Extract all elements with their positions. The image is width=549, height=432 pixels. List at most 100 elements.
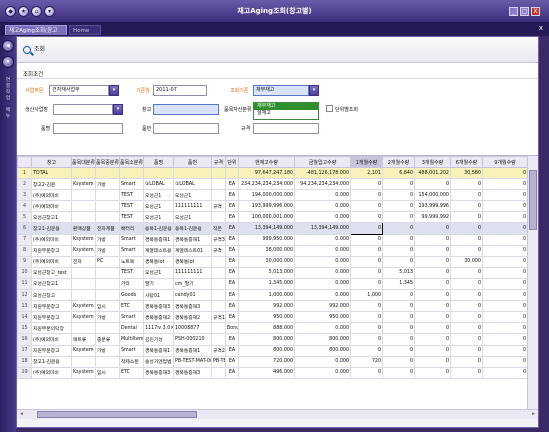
table-cell[interactable]: 0 xyxy=(482,233,528,246)
table-cell[interactable]: 오성근1 xyxy=(143,266,174,279)
table-cell[interactable]: 임시 xyxy=(95,366,120,379)
spec-input[interactable] xyxy=(253,123,319,134)
table-cell[interactable] xyxy=(95,355,120,368)
table-cell[interactable]: 0 xyxy=(482,211,528,224)
table-row[interactable]: 12 오성근창고 Goods 사탕01 candy01 EA 1,000.000 0.000 1… xyxy=(17,289,528,302)
table-row[interactable]: 14 지원부문창고 Ksystem 가방 Smart 경북통증재2 경북통증재2 규격1 EA 9… xyxy=(17,311,528,324)
table-cell[interactable]: 0.000 xyxy=(294,211,351,224)
table-cell[interactable]: 194,000,000.000 xyxy=(238,189,295,202)
table-cell[interactable] xyxy=(95,289,120,302)
table-cell[interactable]: 4 xyxy=(17,200,32,213)
table-cell[interactable]: 판매상품 xyxy=(71,222,96,235)
table-cell[interactable]: 0 xyxy=(350,344,383,357)
table-cell[interactable]: 경북통증재1 xyxy=(143,344,174,357)
table-row[interactable]: 9 (주)예외미비 전자 PC 노트북 경북통lot 경북통lot EA 30,000.000 0… xyxy=(17,255,528,268)
table-cell[interactable] xyxy=(225,166,239,180)
table-cell[interactable]: cm_딸기 xyxy=(173,277,212,291)
table-cell[interactable]: 작은 xyxy=(211,222,226,235)
table-cell[interactable] xyxy=(95,211,120,224)
table-cell[interactable]: 노트북 xyxy=(119,255,144,268)
table-cell[interactable]: 경북통증재1 xyxy=(173,344,212,357)
table-cell[interactable]: 지원부문창고 xyxy=(31,344,72,357)
table-cell[interactable]: 오성근창고_test xyxy=(31,266,72,279)
table-cell[interactable]: 111111111 xyxy=(173,266,212,279)
base-month-input[interactable]: 2011-07 xyxy=(153,85,207,96)
table-cell[interactable]: 0.000 xyxy=(294,255,351,268)
table-cell[interactable]: 1,345 xyxy=(382,277,415,291)
column-header[interactable]: 금월입고수량 xyxy=(294,156,351,168)
table-row[interactable]: 15지원부문의탁장 Dental1117ⅳ 3.0×10008877 Bonus88… xyxy=(17,322,528,335)
table-cell[interactable]: 0 xyxy=(482,344,528,357)
table-cell[interactable]: 0 xyxy=(414,244,451,257)
table-cell[interactable]: 0 xyxy=(414,233,451,246)
table-cell[interactable]: 100,000,001.000 xyxy=(238,211,295,224)
table-cell[interactable]: PSH-000210 xyxy=(173,333,212,346)
table-cell[interactable]: 김민기성 xyxy=(143,333,174,346)
table-cell[interactable]: 오성근1 xyxy=(143,200,174,213)
table-cell[interactable]: 0.000 xyxy=(294,355,351,368)
table-cell[interactable]: 0.000 xyxy=(294,289,351,302)
close-window-button[interactable]: X xyxy=(531,7,540,16)
search-button[interactable]: 조회 xyxy=(23,44,45,56)
table-cell[interactable]: 13 xyxy=(17,300,32,313)
table-cell[interactable]: 0 xyxy=(450,322,483,335)
table-cell[interactable]: 720.000 xyxy=(238,355,295,368)
table-cell[interactable]: 0 xyxy=(350,266,383,279)
table-cell[interactable]: 경북통증재3 xyxy=(143,366,174,379)
table-cell[interactable]: 10 xyxy=(17,266,32,279)
table-cell[interactable]: 0.000 xyxy=(294,200,351,213)
table-cell[interactable]: 0 xyxy=(482,311,528,324)
table-row[interactable]: 11 오성근창고1 기타 딸기 cm_딸기 EA 1,345.000 0.000 0 1,345 0… xyxy=(17,277,528,291)
table-cell[interactable]: 0 xyxy=(482,300,528,313)
table-cell[interactable]: EA xyxy=(225,211,239,224)
table-cell[interactable] xyxy=(211,178,226,191)
table-cell[interactable]: candy01 xyxy=(173,289,212,302)
table-cell[interactable]: EA xyxy=(225,366,239,379)
table-cell[interactable]: 오성근1 xyxy=(173,211,212,224)
table-cell[interactable]: 0 xyxy=(450,289,483,302)
table-cell[interactable]: 경북통증재3 xyxy=(143,300,174,313)
table-cell[interactable]: (주)예외미비 xyxy=(31,255,72,268)
table-cell[interactable]: 0 xyxy=(382,211,415,224)
table-cell[interactable]: 배터리 xyxy=(119,222,144,235)
table-cell[interactable]: 0 xyxy=(414,333,451,346)
table-cell[interactable]: TEST xyxy=(119,266,144,279)
table-cell[interactable]: 1,000.000 xyxy=(238,289,295,302)
table-cell[interactable]: 0 xyxy=(382,244,415,257)
table-cell[interactable] xyxy=(95,322,120,335)
table-cell[interactable]: 창고1-김윤용 xyxy=(31,355,72,368)
table-cell[interactable]: 0.000 xyxy=(294,322,351,335)
table-cell[interactable]: 0 xyxy=(482,178,528,191)
table-cell[interactable]: 234,234,234,234.000 xyxy=(238,178,295,191)
table-cell[interactable]: Ksystem xyxy=(71,244,96,257)
table-cell[interactable]: 0 xyxy=(382,178,415,191)
criteria-dropdown-button[interactable]: ▾ xyxy=(309,85,319,96)
table-cell[interactable]: 11 xyxy=(17,277,32,291)
table-cell[interactable] xyxy=(211,189,226,202)
product-name-input[interactable] xyxy=(53,123,123,134)
table-cell[interactable]: 0 xyxy=(414,355,451,368)
table-cell[interactable]: 0 xyxy=(450,333,483,346)
table-cell[interactable]: 0 xyxy=(482,255,528,268)
table-cell[interactable]: 0 xyxy=(482,189,528,202)
table-cell[interactable]: 애트류 xyxy=(71,333,96,346)
table-cell[interactable]: 0 xyxy=(450,200,483,213)
table-cell[interactable] xyxy=(119,166,144,180)
table-cell[interactable]: 0 xyxy=(382,366,415,379)
table-cell[interactable]: 10008877 xyxy=(173,322,212,335)
table-cell[interactable]: 193,999,996.000 xyxy=(238,200,295,213)
table-cell[interactable]: 0 xyxy=(382,355,415,368)
table-cell[interactable] xyxy=(211,322,226,335)
table-cell[interactable]: 13,394,149.000 xyxy=(238,222,295,235)
table-cell[interactable]: Ksystem xyxy=(71,300,96,313)
table-cell[interactable]: 992.000 xyxy=(294,300,351,313)
table-cell[interactable]: 0 xyxy=(414,289,451,302)
table-cell[interactable]: 0 xyxy=(382,233,415,246)
table-cell[interactable]: 950.000 xyxy=(294,311,351,324)
table-cell[interactable]: 사탕01 xyxy=(143,289,174,302)
table-cell[interactable]: 지원부문창고 xyxy=(31,311,72,324)
table-cell[interactable]: 0 xyxy=(482,277,528,291)
scroll-right-icon[interactable]: ▸ xyxy=(529,410,538,419)
item-code-input[interactable] xyxy=(153,123,219,134)
table-row[interactable]: 5 오성근창고1 TEST 오성근1 오성근1 EA 100,000,001.000 0.00… xyxy=(17,211,528,224)
